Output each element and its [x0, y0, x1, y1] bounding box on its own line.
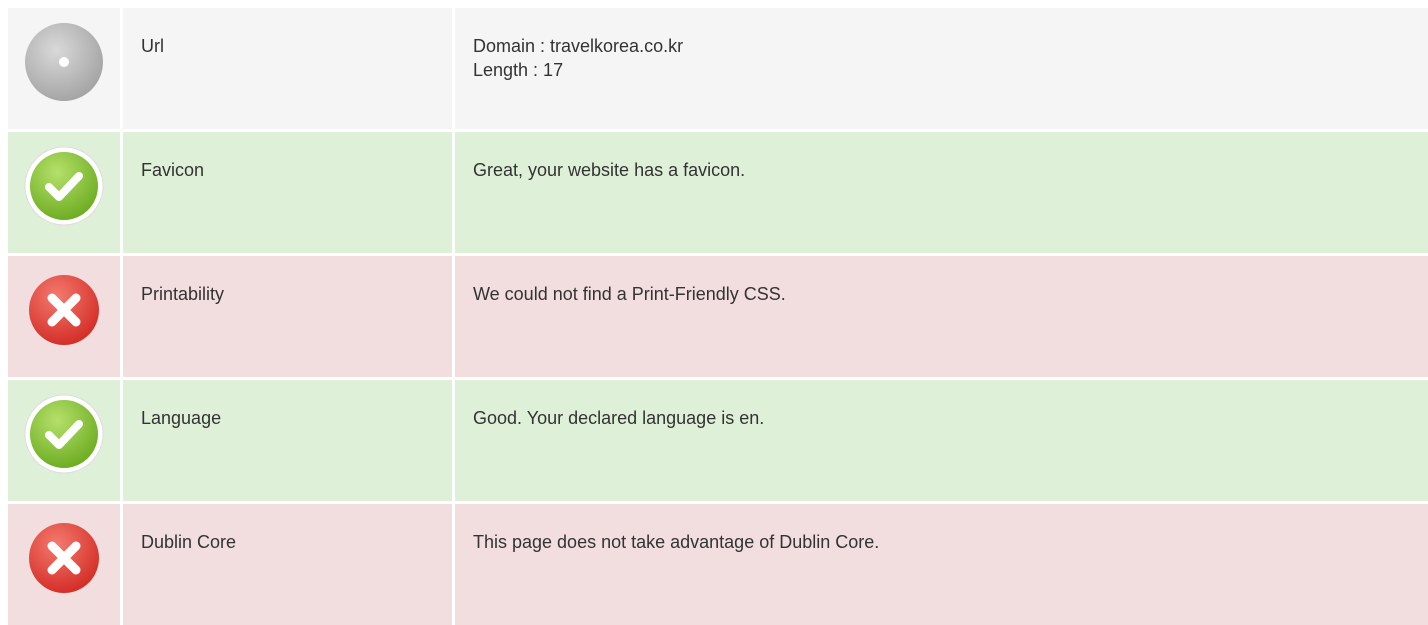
check-result: Great, your website has a favicon.	[455, 132, 1428, 253]
check-result: We could not find a Print-Friendly CSS.	[455, 256, 1428, 377]
result-text: This page does not take advantage of Dub…	[473, 532, 880, 552]
report-row-url: Url Domain : travelkorea.co.kr Length : …	[8, 8, 1428, 129]
seo-report-table: Url Domain : travelkorea.co.kr Length : …	[8, 8, 1428, 625]
domain-text: Domain : travelkorea.co.kr	[473, 36, 684, 56]
report-row-favicon: Favicon Great, your website has a favico…	[8, 132, 1428, 253]
x-circle-icon	[29, 275, 99, 345]
report-row-dublin-core: Dublin Core This page does not take adva…	[8, 504, 1428, 625]
check-label: Url	[123, 8, 452, 129]
check-label: Printability	[123, 256, 452, 377]
status-cell	[8, 504, 120, 625]
report-row-language: Language Good. Your declared language is…	[8, 380, 1428, 501]
info-disc-icon	[25, 23, 103, 101]
result-text: Great, your website has a favicon.	[473, 160, 746, 180]
check-label: Language	[123, 380, 452, 501]
result-text: Good. Your declared language is en.	[473, 408, 765, 428]
status-cell	[8, 256, 120, 377]
result-text: We could not find a Print-Friendly CSS.	[473, 284, 786, 304]
check-result: This page does not take advantage of Dub…	[455, 504, 1428, 625]
status-cell	[8, 132, 120, 253]
check-label: Dublin Core	[123, 504, 452, 625]
check-label: Favicon	[123, 132, 452, 253]
status-cell	[8, 380, 120, 501]
check-circle-icon	[24, 146, 104, 226]
check-result: Good. Your declared language is en.	[455, 380, 1428, 501]
length-text: Length : 17	[473, 60, 564, 80]
check-circle-icon	[24, 394, 104, 474]
report-row-printability: Printability We could not find a Print-F…	[8, 256, 1428, 377]
check-result: Domain : travelkorea.co.kr Length : 17	[455, 8, 1428, 129]
status-cell	[8, 8, 120, 129]
x-circle-icon	[29, 523, 99, 593]
